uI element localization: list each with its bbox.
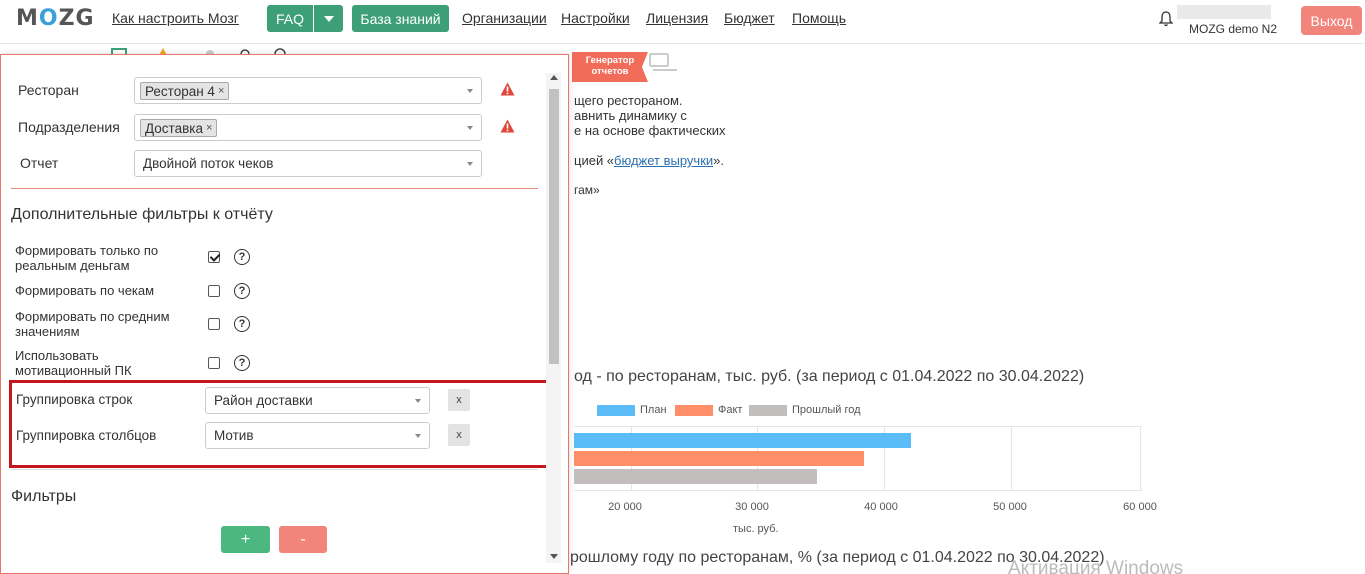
nav-link-budget[interactable]: Бюджет <box>724 10 775 26</box>
scroll-up-icon[interactable] <box>550 75 558 80</box>
clear-row-grouping-button[interactable]: x <box>448 389 470 411</box>
nav-link-license[interactable]: Лицензия <box>646 10 708 26</box>
chevron-down-icon <box>467 126 473 130</box>
nav-link-settings[interactable]: Настройки <box>561 10 630 26</box>
mozg-logo[interactable]: MOZG <box>16 6 95 31</box>
report-settings-panel: Ресторан Ресторан 4 × Подразделения Доста… <box>0 54 569 574</box>
legend-item-last-year[interactable]: Прошлый год <box>749 404 861 416</box>
description-line: щего рестораном. <box>574 93 683 108</box>
division-tag: Доставка × <box>140 119 218 137</box>
logout-button[interactable]: Выход <box>1301 6 1362 35</box>
add-filter-button[interactable]: + <box>221 526 270 553</box>
tag-remove-icon[interactable]: × <box>218 85 224 97</box>
help-icon[interactable]: ? <box>234 249 250 265</box>
description-line: цией «бюджет выручки». <box>574 153 725 168</box>
extra-filters-title: Дополнительные фильтры к отчёту <box>11 206 273 223</box>
chevron-down-icon <box>467 162 473 166</box>
warning-icon <box>500 119 515 133</box>
remove-filter-button[interactable]: - <box>279 526 327 553</box>
clear-column-grouping-button[interactable]: x <box>448 424 470 446</box>
chart-title: од - по ресторанам, тыс. руб. (за период… <box>574 368 1085 385</box>
help-icon[interactable]: ? <box>234 355 250 371</box>
help-icon[interactable]: ? <box>234 316 250 332</box>
row-grouping-label: Группировка строк <box>16 392 133 407</box>
option-averages-label: Формировать по средним значениям <box>15 309 170 339</box>
option-real-money-label: Формировать только по реальным деньгам <box>15 243 159 273</box>
panel-scrollbar[interactable] <box>546 73 561 563</box>
legend-item-plan[interactable]: План <box>597 404 667 416</box>
divider <box>11 469 538 470</box>
legend-item-fact[interactable]: Факт <box>675 404 742 416</box>
nav-link-organizations[interactable]: Организации <box>462 10 547 26</box>
chart-gridline <box>1140 426 1141 491</box>
restaurant-tag: Ресторан 4 × <box>140 82 230 100</box>
faq-dropdown-button[interactable] <box>314 5 343 32</box>
column-grouping-label: Группировка столбцов <box>16 428 157 443</box>
description-line: авнить динамику с <box>574 108 687 123</box>
help-icon[interactable]: ? <box>234 283 250 299</box>
description-line: гам» <box>574 183 600 197</box>
option-by-checks-checkbox[interactable] <box>208 285 220 297</box>
option-motivation-label: Использовать мотивационный ПК <box>15 348 132 378</box>
row-grouping-value: Район доставки <box>214 393 313 408</box>
option-real-money-checkbox[interactable] <box>208 251 220 263</box>
divider <box>11 188 538 189</box>
scrollbar-thumb[interactable] <box>549 89 559 364</box>
option-motivation-checkbox[interactable] <box>208 357 220 369</box>
restaurant-label: Ресторан <box>18 82 79 98</box>
division-select[interactable]: Доставка × <box>134 114 482 141</box>
report-generator-badge: Генератор отчетов <box>572 52 648 82</box>
description-line: е на основе фактических <box>574 123 726 138</box>
option-averages-checkbox[interactable] <box>208 318 220 330</box>
budget-revenue-link[interactable]: бюджет выручки <box>614 153 713 168</box>
monitor-icon <box>649 53 677 71</box>
user-avatar-placeholder <box>1177 5 1271 19</box>
chart-x-tick: 50 000 <box>993 501 1027 513</box>
tag-remove-icon[interactable]: × <box>206 122 212 134</box>
chart-bar-plan[interactable] <box>574 433 911 448</box>
bell-icon[interactable] <box>1159 11 1173 27</box>
chart-gridline <box>1011 426 1012 491</box>
filters-title: Фильтры <box>11 488 77 505</box>
chart-bar-fact[interactable] <box>574 451 865 466</box>
chart-x-tick: 40 000 <box>864 501 898 513</box>
chevron-down-icon <box>415 399 421 403</box>
report-select[interactable]: Двойной поток чеков <box>134 150 482 177</box>
chart-bar-last-year[interactable] <box>574 469 817 484</box>
nav-link-help[interactable]: Помощь <box>792 10 846 26</box>
chevron-down-icon <box>415 434 421 438</box>
option-by-checks-label: Формировать по чекам <box>15 283 155 298</box>
nav-link-setup[interactable]: Как настроить Мозг <box>112 10 239 26</box>
column-grouping-select[interactable]: Мотив <box>205 422 430 449</box>
scroll-down-icon[interactable] <box>550 554 558 559</box>
chevron-down-icon <box>323 15 334 22</box>
chart-x-tick: 20 000 <box>608 501 642 513</box>
top-navbar: MOZG Как настроить Мозг FAQ База знаний … <box>0 0 1365 44</box>
report-label: Отчет <box>20 155 59 171</box>
chart-x-tick: 60 000 <box>1123 501 1157 513</box>
row-grouping-select[interactable]: Район доставки <box>205 387 430 414</box>
column-grouping-value: Мотив <box>214 428 254 443</box>
restaurant-select[interactable]: Ресторан 4 × <box>134 77 482 104</box>
chevron-down-icon <box>467 89 473 93</box>
faq-button[interactable]: FAQ <box>267 5 313 32</box>
knowledge-base-button[interactable]: База знаний <box>352 5 449 32</box>
warning-icon <box>500 82 515 96</box>
chart-x-label: тыс. руб. <box>733 523 779 535</box>
user-name[interactable]: MOZG demo N2 <box>1189 22 1277 36</box>
chart-x-tick: 30 000 <box>735 501 769 513</box>
division-label: Подразделения <box>18 119 120 135</box>
windows-activation-watermark: Активация Windows <box>1008 558 1184 574</box>
report-select-value: Двойной поток чеков <box>143 156 274 171</box>
